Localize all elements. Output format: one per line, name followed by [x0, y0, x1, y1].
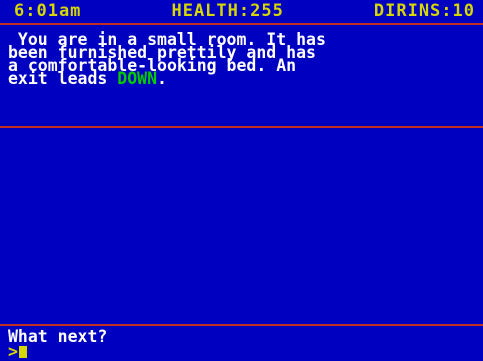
description-line-4: exit leads — [8, 69, 118, 88]
room-description: You are in a small room. It has been fur… — [8, 31, 480, 88]
input-marker: > — [8, 342, 18, 361]
prompt-question: What next? — [8, 327, 108, 346]
output-area — [0, 129, 483, 322]
dirins-readout: DIRINS:10 — [373, 1, 475, 21]
command-input[interactable]: > — [8, 342, 27, 361]
description-divider — [0, 126, 483, 128]
status-divider — [0, 23, 483, 25]
game-screen: 6:01am HEALTH:255 DIRINS:10 You are in a… — [0, 0, 483, 361]
time-readout: 6:01am — [14, 1, 82, 21]
exit-direction: DOWN — [117, 69, 158, 88]
health-readout: HEALTH:255 — [171, 1, 284, 21]
exit-suffix: . — [157, 69, 167, 88]
prompt-divider — [0, 324, 483, 326]
status-bar: 6:01am HEALTH:255 DIRINS:10 — [0, 0, 483, 22]
text-cursor — [18, 346, 27, 358]
